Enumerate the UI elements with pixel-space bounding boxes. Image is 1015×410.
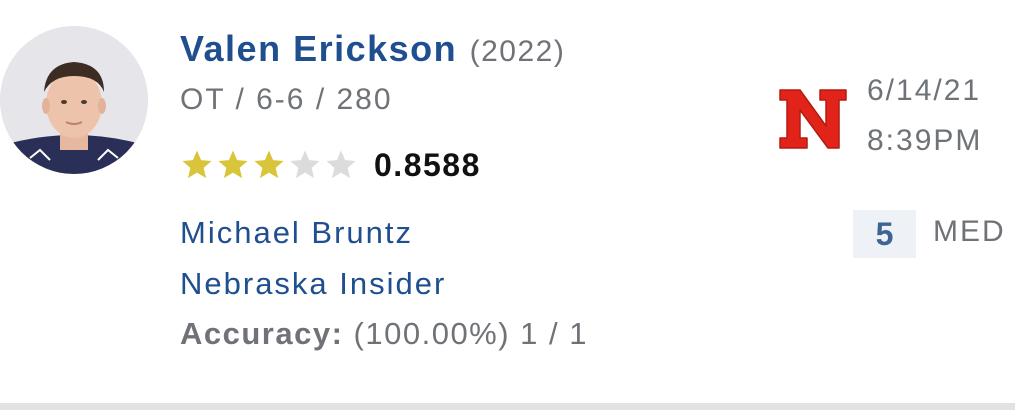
- analyst-role-link[interactable]: Nebraska Insider: [180, 266, 446, 302]
- confidence-score-badge: 5: [853, 210, 916, 258]
- accuracy-label: Accuracy:: [180, 316, 344, 351]
- confidence-level-label: MED: [933, 215, 1006, 248]
- star-empty-icon: [326, 150, 356, 179]
- player-name-row: Valen Erickson (2022): [180, 28, 565, 70]
- analyst-accuracy: Accuracy: (100.00%) 1 / 1: [180, 316, 588, 352]
- player-name-link[interactable]: Valen Erickson: [180, 28, 457, 69]
- star-rating: [180, 148, 358, 182]
- prediction-time: 8:39PM: [867, 124, 983, 157]
- star-filled-icon: [182, 150, 212, 179]
- player-headshot-image: [0, 26, 148, 174]
- analyst-name-link[interactable]: Michael Bruntz: [180, 215, 413, 251]
- star-empty-icon: [290, 150, 320, 179]
- player-position-height-weight: OT / 6-6 / 280: [180, 83, 393, 116]
- star-filled-icon: [254, 150, 284, 179]
- player-class-year: (2022): [469, 35, 566, 68]
- row-divider: [0, 403, 1015, 410]
- player-rating-value: 0.8588: [374, 146, 481, 183]
- player-avatar[interactable]: [0, 26, 148, 174]
- player-rating-row: 0.8588: [180, 145, 481, 185]
- prediction-date: 6/14/21: [867, 74, 982, 107]
- star-filled-icon: [218, 150, 248, 179]
- accuracy-value: (100.00%) 1 / 1: [353, 316, 589, 351]
- nebraska-logo-icon[interactable]: [776, 84, 850, 154]
- nebraska-n-icon: [779, 89, 847, 149]
